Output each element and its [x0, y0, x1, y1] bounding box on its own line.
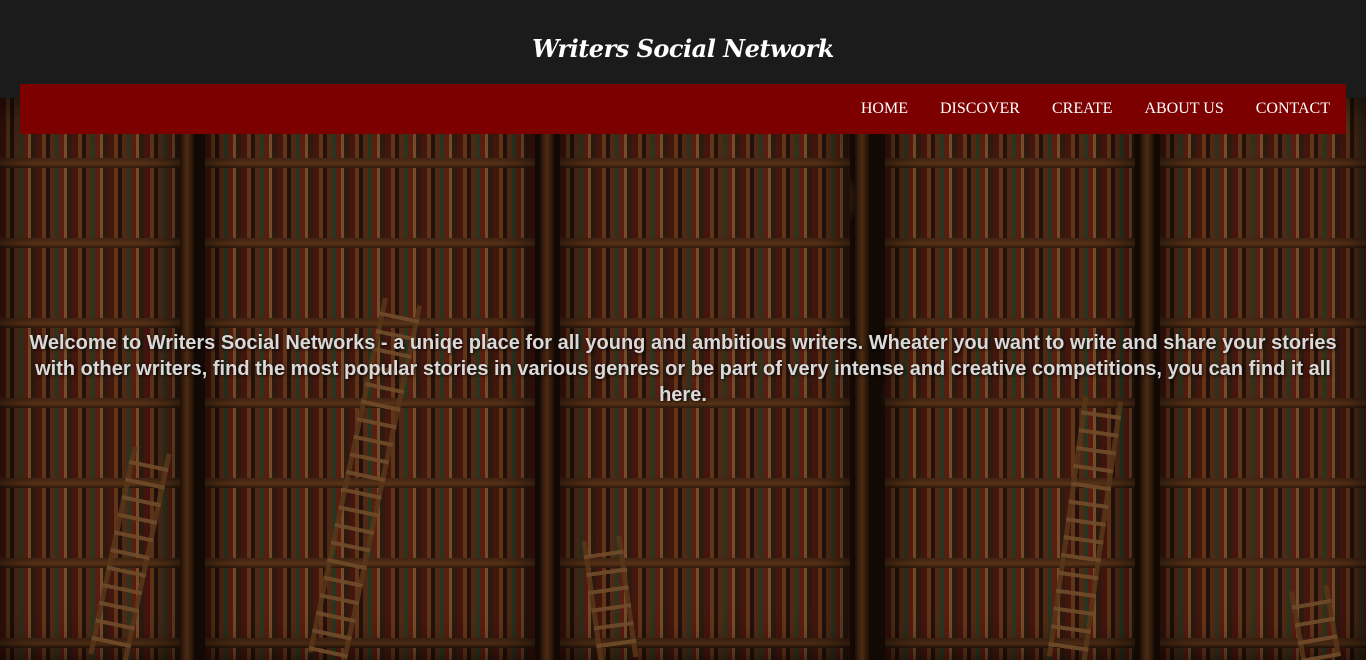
nav-home[interactable]: HOME	[861, 100, 908, 118]
page: Writers Social Network HOME DISCOVER CRE…	[0, 0, 1366, 660]
main-navbar: HOME DISCOVER CREATE ABOUT US CONTACT	[20, 84, 1346, 134]
nav-contact[interactable]: CONTACT	[1256, 100, 1330, 118]
nav-about-us[interactable]: ABOUT US	[1144, 100, 1223, 118]
welcome-text: Welcome to Writers Social Networks - a u…	[29, 332, 1337, 406]
site-title[interactable]: Writers Social Network	[0, 34, 1366, 63]
nav-discover[interactable]: DISCOVER	[940, 100, 1020, 118]
nav-create[interactable]: CREATE	[1052, 100, 1112, 118]
